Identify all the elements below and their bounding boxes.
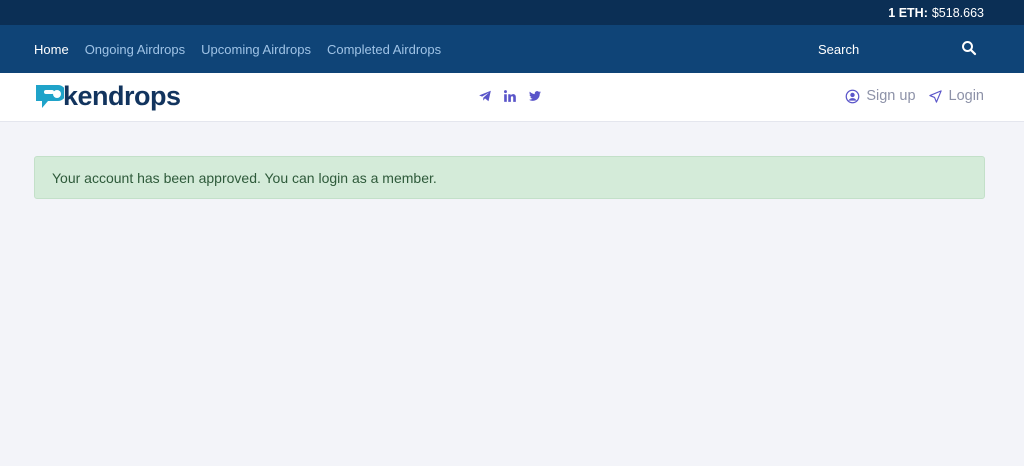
success-alert: Your account has been approved. You can … bbox=[34, 156, 985, 199]
search-icon[interactable] bbox=[960, 39, 978, 57]
nav-home[interactable]: Home bbox=[34, 42, 69, 57]
signup-link[interactable]: Sign up bbox=[845, 88, 916, 104]
search-input[interactable] bbox=[810, 41, 940, 57]
main-nav: Home Ongoing Airdrops Upcoming Airdrops … bbox=[0, 25, 1024, 73]
nav-upcoming-airdrops[interactable]: Upcoming Airdrops bbox=[201, 42, 311, 57]
top-price-bar: 1 ETH: $518.663 bbox=[0, 0, 1024, 25]
nav-completed-airdrops[interactable]: Completed Airdrops bbox=[327, 42, 441, 57]
auth-links: Sign up Login bbox=[833, 88, 984, 104]
user-circle-icon bbox=[845, 89, 860, 103]
login-label: Login bbox=[948, 88, 984, 104]
logo[interactable]: kendrops bbox=[34, 81, 181, 111]
search-box bbox=[810, 25, 990, 73]
paper-plane-icon bbox=[928, 89, 942, 103]
site-header: kendrops Sign up Login bbox=[0, 73, 1024, 122]
nav-ongoing-airdrops[interactable]: Ongoing Airdrops bbox=[85, 42, 185, 57]
nav-links: Home Ongoing Airdrops Upcoming Airdrops … bbox=[34, 42, 457, 57]
logo-text: kendrops bbox=[63, 81, 181, 111]
alert-message: Your account has been approved. You can … bbox=[52, 169, 437, 186]
signup-label: Sign up bbox=[866, 88, 916, 104]
eth-price: $518.663 bbox=[931, 5, 984, 20]
twitter-icon[interactable] bbox=[528, 89, 542, 103]
linkedin-icon[interactable] bbox=[503, 89, 517, 103]
eth-label: 1 ETH: bbox=[888, 5, 928, 20]
login-link[interactable]: Login bbox=[928, 88, 984, 104]
social-links bbox=[478, 89, 553, 103]
logo-mark-icon bbox=[36, 85, 64, 108]
telegram-icon[interactable] bbox=[478, 89, 492, 103]
